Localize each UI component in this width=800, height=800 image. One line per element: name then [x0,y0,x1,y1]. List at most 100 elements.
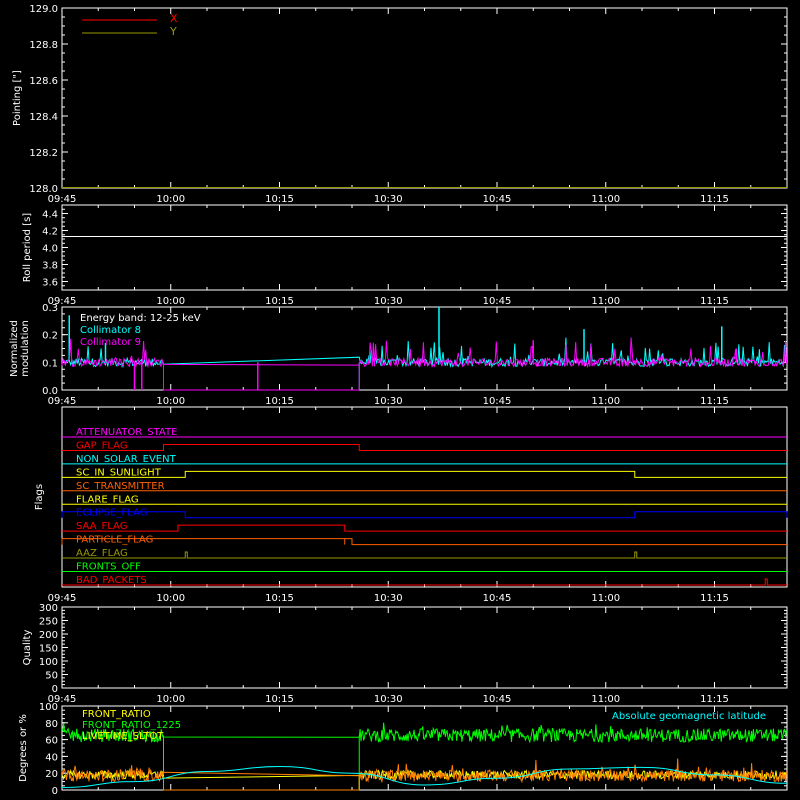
x-tick-label: 10:30 [374,593,403,604]
legend-label-y: Y [169,25,177,38]
x-tick-label: 11:15 [700,396,729,407]
x-tick-label: 10:45 [483,396,512,407]
rhessi-quicklook-figure: 09:45 10:00 10:15 10:30 10:45 11:00 11:15 128.0… [0,0,800,800]
flag-trace-particle-flag [61,538,787,546]
y-axis-label: Roll period [s] [22,213,33,282]
x-tick-label: 10:45 [483,194,512,205]
x-tick-label: 11:00 [591,296,620,307]
flag-label: SC_IN_SUNLIGHT [76,467,162,478]
flag-label: FLARE_FLAG [76,494,139,505]
x-tick-label: 10:30 [374,194,403,205]
y-tick-label: 0 [52,786,58,797]
x-tick-label: 11:15 [700,694,729,705]
y-tick-label: 0 [52,684,58,695]
y-axis-label: modulation [20,320,31,377]
x-tick-label: 10:00 [156,194,185,205]
flag-trace-gap-flag [62,443,787,451]
x-tick-label: 10:15 [265,296,294,307]
flag-label: AAZ_FLAG [76,548,128,559]
flag-step-line [61,538,787,546]
x-tick-label: 10:45 [483,296,512,307]
flag-label: NON_SOLAR_EVENT [76,454,177,465]
flag-trace-saa-flag [62,524,787,532]
flag-label: SAA_FLAG [76,521,127,532]
y-tick-label: 100 [39,657,58,668]
front-ratio-1225-series [61,722,787,791]
x-tick-label: 11:00 [591,593,620,604]
y-tick-label: 20 [45,769,58,780]
y-tick-label: 4.0 [42,244,58,255]
y-tick-label: 128.4 [29,112,58,123]
y-axis-label: Normalized [9,320,20,377]
y-tick-label: 3.6 [42,278,58,289]
flag-label: PARTICLE_FLAG [76,535,153,546]
x-tick-label: 11:15 [700,296,729,307]
flag-step-line [62,470,787,478]
x-tick-label: 10:30 [374,694,403,705]
y-tick-label: 3.8 [42,261,58,272]
flag-label: FRONTS_OFF [76,562,141,573]
x-tick-label: 11:00 [591,396,620,407]
y-tick-label: 0.0 [42,386,58,397]
y-tick-label: 300 [39,603,58,614]
x-tick-label: 10:15 [265,194,294,205]
modulation-trace [61,337,788,369]
flag-label: BAD_PACKETS [76,575,147,586]
flag-label: ATTENUATOR_STATE [76,427,177,438]
y-tick-label: 0.2 [42,331,58,342]
flag-label: ECLIPSE_FLAG [76,508,147,519]
legend-label-front-ratio: FRONT_RATIO [82,709,151,720]
flag-step-line [62,443,787,451]
y-axis-label: Flags [34,484,45,510]
y-tick-label: 0.1 [42,358,58,369]
x-tick-label: 10:00 [156,694,185,705]
y-axis-label: Pointing ["] [12,70,23,126]
flag-step-line [61,511,788,519]
flag-trace-aaz-flag [62,551,787,559]
x-tick-label: 10:15 [265,396,294,407]
panel-frame [61,606,788,689]
y-tick-label: 200 [39,630,58,641]
legend-label-x: X [170,12,178,25]
legend-label-livetime-sltot: LIVETIME_SLTOT [82,731,164,742]
y-tick-label: 128.0 [29,184,58,195]
x-tick-label: 09:45 [48,396,77,407]
x-tick-label: 10:30 [374,296,403,307]
x-tick-label: 11:00 [591,694,620,705]
y-tick-label: 4.2 [42,227,58,238]
x-tick-label: 10:15 [265,593,294,604]
y-tick-label: 128.2 [29,148,58,159]
y-tick-label: 60 [45,736,58,747]
x-tick-label: 10:15 [265,694,294,705]
energy-band-annotation: Energy band: 12-25 keV [80,313,201,324]
y-tick-label: 80 [45,719,58,730]
y-axis-label: Quality [22,630,33,666]
y-tick-label: 4.4 [42,210,58,221]
legend-label-front-ratio-1225: FRONT_RATIO_1225 [82,720,181,731]
y-tick-label: 129.0 [29,4,58,15]
y-tick-label: 150 [39,644,58,655]
flag-step-line [62,524,787,532]
x-tick-label: 11:15 [700,593,729,604]
quicklook-plot-canvas: 09:45 10:00 10:15 10:30 10:45 11:00 11:15 128.0… [9,4,788,797]
legend-label-collimator-9: Collimator 9 [80,337,141,348]
flag-label: SC_TRANSMITTER [76,481,165,492]
x-tick-label: 11:15 [700,194,729,205]
x-tick-label: 09:45 [48,194,77,205]
y-tick-label: 50 [45,671,58,682]
x-tick-label: 11:00 [591,194,620,205]
x-tick-label: 10:00 [156,396,185,407]
y-tick-label: 100 [39,702,58,713]
y-tick-label: 128.6 [29,76,58,87]
y-tick-label: 250 [39,617,58,628]
panel-frame [61,204,788,291]
y-tick-label: 40 [45,752,58,763]
x-tick-label: 10:00 [156,593,185,604]
legend-label-collimator-8: Collimator 8 [80,325,141,336]
y-tick-label: 0.3 [42,303,58,314]
flag-label: GAP_FLAG [76,440,128,451]
flag-trace-sc-in-sunlight [62,470,787,478]
x-tick-label: 10:45 [483,593,512,604]
x-tick-label: 10:45 [483,694,512,705]
y-axis-label: Degrees or % [18,714,29,782]
